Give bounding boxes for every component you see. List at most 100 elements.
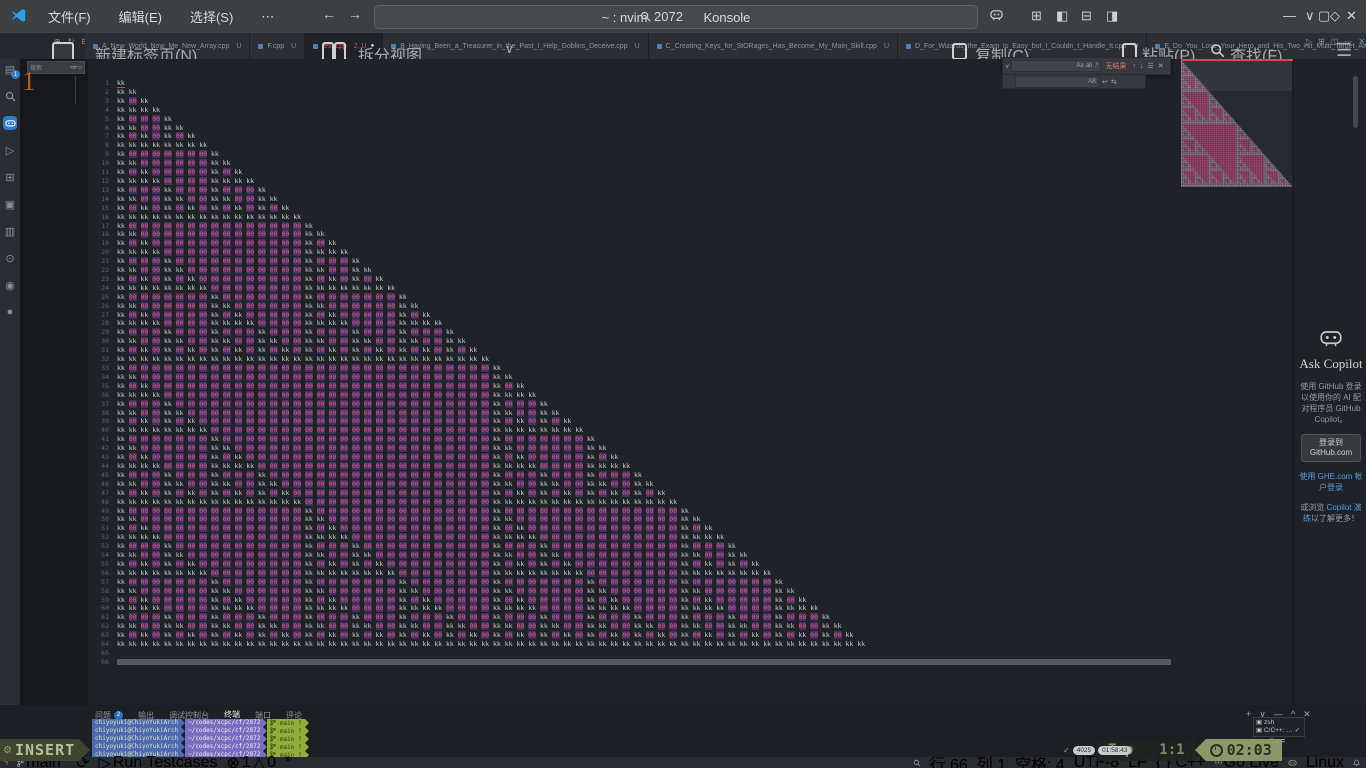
terminal-list-item[interactable]: ▣ C/C++: … ✓ — [1256, 727, 1302, 735]
minimap-error-marker — [1181, 59, 1293, 61]
menu-item[interactable]: ⋯ — [249, 6, 286, 28]
editor-action-icon[interactable]: ▷ — [1306, 37, 1312, 46]
github-icon[interactable]: ● — [3, 305, 17, 319]
editor-line: 14kk kk 00 00 kk kk 00 00 kk kk 00 00 kk… — [88, 195, 1171, 204]
window-title-right: Konsole — [703, 10, 750, 25]
editor-tab[interactable]: C_Creating_Keys_for_StORages_Has_Become_… — [649, 33, 898, 59]
editor-line: 20kk kk kk kk 00 00 00 00 00 00 00 00 00… — [88, 248, 1171, 257]
menu-item[interactable]: 文件(F) — [36, 4, 103, 29]
cpp-file-icon — [906, 44, 911, 49]
search-icon[interactable] — [3, 89, 17, 103]
os-item[interactable]: Linux — [1306, 754, 1344, 768]
menu-item[interactable]: 选择(S) — [178, 4, 245, 29]
editor-line: 36kk kk kk kk 00 00 00 00 00 00 00 00 00… — [88, 391, 1171, 400]
match-case-icon[interactable]: Aa — [1076, 63, 1083, 69]
replace-one-icon[interactable]: ↩ — [1102, 78, 1108, 86]
editor-line: 10kk kk 00 00 00 00 00 00 kk kk — [88, 159, 1171, 168]
editor-line: 30kk kk 00 00 kk kk 00 00 kk kk 00 00 kk… — [88, 337, 1171, 346]
panel-right-icon[interactable]: ◨ — [1106, 8, 1118, 24]
editor-line: 58kk kk 00 00 00 00 00 00 kk kk 00 00 00… — [88, 587, 1171, 596]
replace-all-icon[interactable]: ⇆ — [1111, 78, 1117, 86]
find-prev-icon[interactable]: ↑ — [1132, 63, 1136, 70]
copilot-icon[interactable] — [3, 116, 17, 130]
minimize-button[interactable]: — — [1283, 8, 1296, 23]
find-close-icon[interactable]: ✕ — [1158, 62, 1164, 70]
preserve-case-icon[interactable]: AB — [1088, 79, 1096, 85]
explorer-icon[interactable]: ▤1 — [3, 62, 17, 76]
editor-line: 49kk 00 00 00 00 00 00 00 00 00 00 00 00… — [88, 507, 1171, 516]
divider — [75, 76, 76, 104]
copilot-status-icon[interactable] — [1288, 759, 1297, 767]
editor-line: 15kk 00 kk 00 kk 00 kk 00 kk 00 kk 00 kk… — [88, 204, 1171, 213]
editor-tab[interactable]: B_Having_Been_a_Treasurer_in_the_Past_I_… — [383, 33, 648, 59]
spark-icon[interactable]: * — [285, 754, 291, 768]
code-content: 1kk2kk kk3kk 00 kk4kk kk kk kk5kk 00 00 … — [88, 79, 1171, 667]
terminal-list[interactable]: ▣ zsh▣ C/C++: … ✓ — [1253, 717, 1305, 737]
remote-explorer-icon[interactable]: ▣ — [3, 197, 17, 211]
hand-icon[interactable]: ◉ — [3, 278, 17, 292]
back-arrow-icon[interactable]: ← — [322, 6, 336, 22]
find-in-selection-icon[interactable]: ☰ — [1147, 62, 1153, 70]
powerline-arrow — [1195, 739, 1206, 761]
run-testcases-button[interactable]: ▷Run Testcases — [99, 753, 218, 768]
restore-button[interactable]: ▢ — [1318, 8, 1330, 24]
minimap-slider[interactable] — [1181, 61, 1292, 91]
editor-action-icon[interactable]: ⊞ — [1318, 37, 1325, 46]
editor-line: 40kk kk kk kk kk kk kk kk 00 00 00 00 00… — [88, 426, 1171, 435]
github-signin-button[interactable]: 登录到 GitHub.com — [1301, 434, 1361, 462]
panel-left-icon[interactable]: ◧ — [1056, 8, 1068, 24]
clock-icon — [1210, 744, 1223, 757]
editor-line: 61kk 00 00 00 kk 00 00 00 kk 00 00 00 kk… — [88, 613, 1171, 622]
ghe-signin-link[interactable]: 使用 GHE.com 帐户登录 — [1296, 471, 1366, 493]
editor-line: 23kk 00 kk 00 kk 00 kk 00 00 00 00 00 00… — [88, 275, 1171, 284]
titlebar: 文件(F)编辑(E)选择(S)⋯ ← → ~ : nvim Konsole 20… — [0, 0, 1366, 33]
editor-action-icon[interactable]: ✕ — [1358, 37, 1365, 46]
editor-line: 22kk kk 00 00 kk kk 00 00 00 00 00 00 00… — [88, 266, 1171, 275]
hamburger-menu-icon[interactable]: ☰ — [1336, 40, 1352, 61]
copilot-titlebar-icon[interactable] — [989, 8, 1004, 22]
customize-layout-icon[interactable]: ⊞ — [1031, 8, 1042, 24]
editor-line: 50kk kk 00 00 00 00 00 00 00 00 00 00 00… — [88, 515, 1171, 524]
find-next-icon[interactable]: ↓ — [1140, 63, 1144, 70]
regex-icon[interactable]: .* — [1094, 63, 1098, 69]
editor-line: 4kk kk kk kk — [88, 106, 1171, 115]
git-graph-icon[interactable]: ⊙ — [3, 251, 17, 265]
konsole-split-chevron-icon[interactable]: ∨ — [505, 42, 514, 56]
chart-icon[interactable]: ▥ — [3, 224, 17, 238]
editor-line: 62kk kk 00 00 kk kk 00 00 kk kk 00 00 kk… — [88, 622, 1171, 631]
close-button[interactable]: ✕ — [1346, 8, 1357, 24]
replace-input[interactable]: AB — [1015, 76, 1099, 88]
editor-pane[interactable]: 1kk2kk kk3kk 00 kk4kk kk kk kk5kk 00 00 … — [88, 59, 1293, 705]
bell-icon[interactable] — [1353, 759, 1360, 767]
indentation-item[interactable]: 空格: 4 — [1015, 751, 1065, 768]
editor-line: 6kk kk 00 00 kk kk — [88, 124, 1171, 133]
editor-line: 21kk 00 00 00 kk 00 00 00 00 00 00 00 00… — [88, 257, 1171, 266]
editor-tab[interactable]: F.cppU — [250, 33, 305, 59]
panel-control-icon[interactable]: + — [1246, 709, 1251, 720]
copilot-panel-scrollbar[interactable] — [1353, 76, 1358, 128]
konsole-tab-number: 1 — [22, 66, 36, 97]
terminal-list-item[interactable]: ▣ zsh — [1256, 719, 1302, 727]
vscode-logo-icon — [10, 7, 27, 24]
command-center-search[interactable]: 2072 — [640, 9, 683, 24]
replace-toggle-icon[interactable]: ∨ — [1005, 63, 1009, 70]
editor-line: 32kk kk kk kk kk kk kk kk kk kk kk kk kk… — [88, 355, 1171, 364]
replace-row: AB ↩ ⇆ — [1002, 74, 1146, 89]
badge: 1 — [11, 70, 20, 79]
cursor-position-item[interactable]: 行 66, 列 1 — [930, 751, 1006, 768]
editor-line: 2kk kk — [88, 88, 1171, 97]
forward-arrow-icon[interactable]: → — [348, 6, 362, 22]
chevron-down-icon[interactable]: ∨ — [1305, 8, 1315, 24]
whole-word-icon[interactable]: ab — [1086, 63, 1093, 69]
maximize-button[interactable]: ◇ — [1330, 8, 1340, 24]
cpp-file-icon — [657, 44, 662, 49]
cpp-file-icon — [258, 44, 263, 49]
zoom-icon[interactable] — [913, 759, 921, 767]
menu-item[interactable]: 编辑(E) — [107, 4, 174, 29]
run-debug-icon[interactable]: ▷ — [3, 143, 17, 157]
find-input[interactable]: Aa ab .* — [1011, 60, 1101, 72]
problems-item[interactable]: ⊗1△0 — [227, 753, 277, 768]
more-actions-icon[interactable]: ⋯ — [69, 61, 78, 72]
extensions-icon[interactable]: ⊞ — [3, 170, 17, 184]
panel-bottom-icon[interactable]: ⊟ — [1081, 8, 1092, 24]
